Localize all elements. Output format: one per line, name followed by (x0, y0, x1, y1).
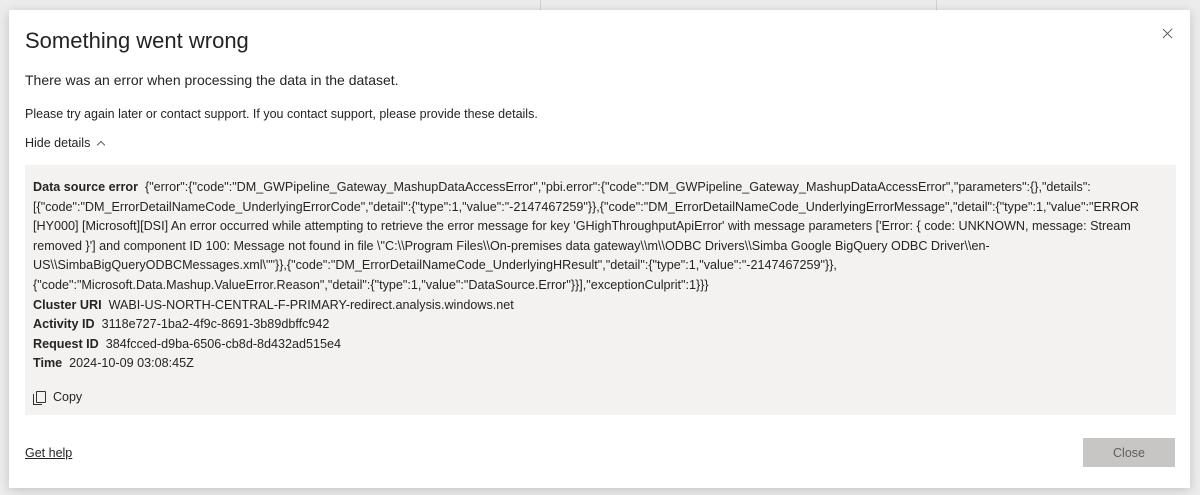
detail-label: Data source error (33, 180, 138, 194)
hide-details-label: Hide details (25, 136, 91, 150)
detail-value: WABI-US-NORTH-CENTRAL-F-PRIMARY-redirect… (108, 297, 514, 312)
hide-details-toggle[interactable]: Hide details (25, 136, 106, 150)
support-instructions: Please try again later or contact suppor… (25, 107, 538, 121)
detail-label: Request ID (33, 336, 99, 351)
detail-activity-id: Activity ID 3118e727-1ba2-4f9c-8691-3b89d… (33, 315, 1168, 335)
detail-label: Cluster URI (33, 297, 102, 312)
copy-icon (33, 390, 46, 405)
dialog-title: Something went wrong (25, 28, 249, 53)
background-divider (936, 0, 937, 10)
detail-value: 2024-10-09 03:08:45Z (69, 356, 194, 371)
detail-label: Activity ID (33, 317, 95, 332)
close-icon[interactable] (1160, 26, 1176, 42)
detail-value: {"error":{"code":"DM_GWPipeline_Gateway_… (33, 180, 1139, 292)
get-help-link[interactable]: Get help (25, 446, 72, 460)
detail-value: 384fcced-d9ba-6506-cb8d-8d432ad515e4 (105, 336, 342, 351)
copy-button[interactable]: Copy (33, 388, 103, 408)
detail-data-source-error: Data source error {"error":{"code":"DM_GW… (33, 178, 1168, 296)
error-dialog: Something went wrong There was an error … (9, 10, 1190, 488)
error-details-panel: Data source error {"error":{"code":"DM_GW… (25, 165, 1176, 415)
detail-label: Time (33, 356, 63, 371)
detail-cluster-uri: Cluster URI WABI-US-NORTH-CENTRAL-F-PRIMA… (33, 296, 1168, 316)
copy-label: Copy (53, 389, 83, 404)
close-button[interactable]: Close (1083, 438, 1175, 467)
detail-value: 3118e727-1ba2-4f9c-8691-3b89dbffc942 (101, 317, 330, 332)
background-divider (540, 0, 541, 10)
detail-request-id: Request ID 384fcced-d9ba-6506-cb8d-8d432a… (33, 335, 1168, 355)
chevron-up-icon (97, 140, 106, 149)
error-message: There was an error when processing the d… (25, 72, 399, 88)
detail-time: Time 2024-10-09 03:08:45Z (33, 354, 1168, 374)
